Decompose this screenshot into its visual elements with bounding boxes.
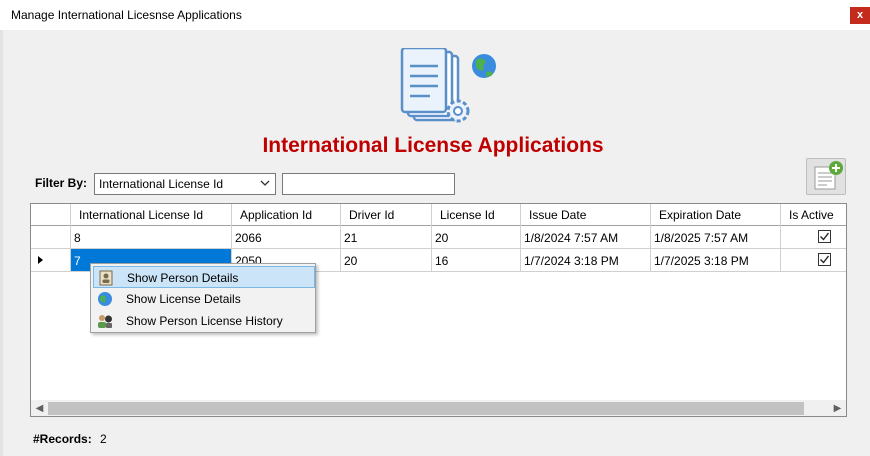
filter-value-input[interactable] [282, 173, 455, 195]
menu-item-show-person-license-history[interactable]: Show Person License History [93, 310, 315, 332]
filter-selected-value: International License Id [99, 177, 224, 191]
scroll-left-icon[interactable]: ◀ [31, 402, 48, 415]
cell-license-id[interactable]: 16 [432, 249, 521, 271]
horizontal-scrollbar[interactable]: ◀ ▶ [31, 400, 846, 416]
is-active-checkbox[interactable] [818, 253, 831, 266]
cell-is-active[interactable] [781, 249, 846, 271]
scroll-right-icon[interactable]: ▶ [829, 402, 846, 415]
column-header[interactable]: Application Id [232, 204, 341, 226]
records-label: #Records: [33, 432, 92, 446]
cell-issue-date[interactable]: 1/8/2024 7:57 AM [521, 226, 651, 248]
add-application-button[interactable] [806, 158, 846, 195]
column-header[interactable]: Driver Id [341, 204, 432, 226]
documents-gear-globe-icon [400, 46, 500, 132]
menu-item-label: Show Person License History [126, 314, 283, 328]
row-header-column [31, 204, 71, 226]
table-row[interactable]: 8 2066 21 20 1/8/2024 7:57 AM 1/8/2025 7… [31, 226, 846, 249]
column-header[interactable]: Issue Date [521, 204, 651, 226]
scrollbar-thumb[interactable] [48, 402, 804, 415]
cell-issue-date[interactable]: 1/7/2024 3:18 PM [521, 249, 651, 271]
records-count: 2 [100, 432, 107, 446]
people-history-icon [98, 315, 112, 328]
column-header[interactable]: License Id [432, 204, 521, 226]
current-row-arrow-icon [38, 256, 43, 264]
menu-item-label: Show License Details [126, 292, 241, 306]
column-header[interactable]: International License Id [71, 204, 232, 226]
cell-is-active[interactable] [781, 226, 846, 248]
menu-item-show-license-details[interactable]: Show License Details [93, 288, 315, 310]
context-menu: Show Person Details Show License Details… [90, 263, 316, 333]
cell-expiration-date[interactable]: 1/7/2025 3:18 PM [651, 249, 781, 271]
cell-driver-id[interactable]: 20 [341, 249, 432, 271]
column-header[interactable]: Expiration Date [651, 204, 781, 226]
row-header[interactable] [31, 249, 71, 271]
checkmark-icon [820, 255, 830, 264]
globe-icon [98, 292, 112, 306]
cell-license-id[interactable]: 20 [432, 226, 521, 248]
cell-expiration-date[interactable]: 1/8/2025 7:57 AM [651, 226, 781, 248]
filter-by-select[interactable]: International License Id [94, 173, 276, 195]
cell-driver-id[interactable]: 21 [341, 226, 432, 248]
menu-item-label: Show Person Details [127, 271, 239, 285]
row-header[interactable] [31, 226, 71, 248]
window-titlebar: Manage International Licesnse Applicatio… [0, 0, 870, 30]
column-header[interactable]: Is Active [781, 204, 846, 226]
filter-label: Filter By: [35, 176, 88, 190]
cell-international-license-id[interactable]: 8 [71, 226, 232, 248]
checkmark-icon [820, 232, 830, 241]
add-application-icon [814, 161, 843, 190]
close-button[interactable]: x [850, 7, 870, 24]
person-card-icon [99, 270, 113, 286]
chevron-down-icon [260, 180, 270, 186]
window-left-edge [0, 30, 3, 456]
window-title: Manage International Licesnse Applicatio… [11, 8, 242, 22]
cell-application-id[interactable]: 2066 [232, 226, 341, 248]
page-title: International License Applications [262, 134, 604, 157]
menu-item-show-person-details[interactable]: Show Person Details [93, 266, 315, 288]
is-active-checkbox[interactable] [818, 230, 831, 243]
table-header: International License Id Application Id … [31, 204, 846, 226]
